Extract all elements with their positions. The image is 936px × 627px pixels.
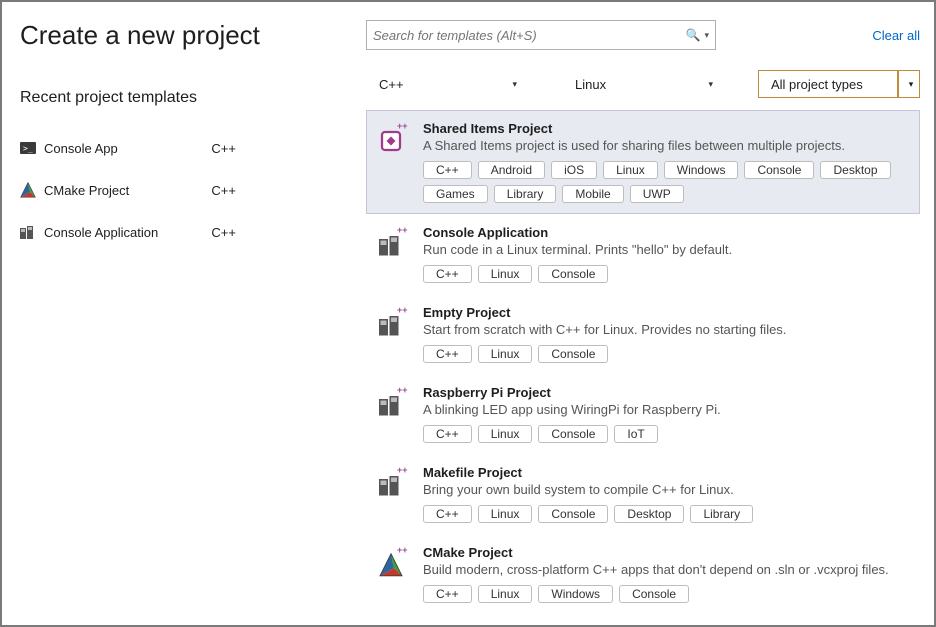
template-description: A blinking LED app using WiringPi for Ra… bbox=[423, 402, 907, 417]
template-description: Build modern, cross-platform C++ apps th… bbox=[423, 562, 907, 577]
template-tags: C++ Android iOS Linux Windows Console Desktop G… bbox=[423, 161, 907, 203]
template-title: CMake Project bbox=[423, 545, 907, 560]
template-tags: C++ Linux Console IoT bbox=[423, 425, 907, 443]
template-tag: Console bbox=[744, 161, 814, 179]
template-tag: Mobile bbox=[562, 185, 623, 203]
recent-item-lang: C++ bbox=[211, 183, 236, 198]
template-tags: C++ Linux Console bbox=[423, 345, 907, 363]
template-tag: Desktop bbox=[820, 161, 890, 179]
template-tag: Windows bbox=[538, 585, 613, 603]
template-icon bbox=[379, 225, 411, 257]
template-tags: C++ Linux Console Desktop Library bbox=[423, 505, 907, 523]
search-dropdown-caret-icon[interactable]: ▾ bbox=[704, 30, 709, 41]
filter-project-type-label: All project types bbox=[771, 77, 863, 92]
filter-language-dropdown[interactable]: C++ ▾ bbox=[366, 70, 526, 98]
template-tag: C++ bbox=[423, 425, 472, 443]
template-icon bbox=[20, 224, 36, 240]
template-item[interactable]: CMake Project Build modern, cross-platfor… bbox=[366, 534, 920, 614]
template-item[interactable]: Empty Project Start from scratch with C++… bbox=[366, 294, 920, 374]
recent-item-lang: C++ bbox=[211, 141, 236, 156]
template-title: Empty Project bbox=[423, 305, 907, 320]
template-tag: IoT bbox=[614, 425, 657, 443]
template-icon bbox=[379, 305, 411, 337]
template-title: Raspberry Pi Project bbox=[423, 385, 907, 400]
filter-platform-dropdown[interactable]: Linux ▾ bbox=[562, 70, 722, 98]
template-tag: Console bbox=[538, 265, 608, 283]
template-tag: C++ bbox=[423, 585, 472, 603]
recent-item-lang: C++ bbox=[211, 225, 236, 240]
template-item[interactable]: Makefile Project Bring your own build sys… bbox=[366, 454, 920, 534]
template-description: Run code in a Linux terminal. Prints "he… bbox=[423, 242, 907, 257]
template-tag: Linux bbox=[478, 425, 533, 443]
template-icon bbox=[379, 545, 411, 577]
template-tag: Windows bbox=[664, 161, 739, 179]
template-tag: Linux bbox=[478, 265, 533, 283]
template-tag: C++ bbox=[423, 345, 472, 363]
template-item[interactable]: Shared Items Project A Shared Items proje… bbox=[366, 110, 920, 214]
recent-template-item[interactable]: CMake Project C++ bbox=[20, 169, 346, 211]
template-tag: C++ bbox=[423, 161, 472, 179]
chevron-down-icon: ▾ bbox=[512, 79, 517, 90]
template-tags: C++ Linux Windows Console bbox=[423, 585, 907, 603]
template-icon bbox=[379, 385, 411, 417]
recent-item-label: Console App bbox=[44, 141, 118, 156]
page-title: Create a new project bbox=[20, 20, 346, 51]
template-tag: Console bbox=[538, 345, 608, 363]
chevron-down-icon: ▾ bbox=[708, 79, 713, 90]
template-tag: Linux bbox=[478, 505, 533, 523]
template-tag: Console bbox=[538, 425, 608, 443]
template-description: Start from scratch with C++ for Linux. P… bbox=[423, 322, 907, 337]
template-tag: UWP bbox=[630, 185, 684, 203]
template-item[interactable]: Raspberry Pi Project A blinking LED app u… bbox=[366, 374, 920, 454]
template-tag: Linux bbox=[603, 161, 658, 179]
chevron-down-icon: ▾ bbox=[909, 79, 914, 90]
search-icon[interactable]: 🔍 bbox=[686, 28, 701, 42]
template-tag: iOS bbox=[551, 161, 597, 179]
filter-language-label: C++ bbox=[379, 77, 404, 92]
search-input-container[interactable]: 🔍 ▾ bbox=[366, 20, 716, 50]
template-tag: Desktop bbox=[614, 505, 684, 523]
template-description: A Shared Items project is used for shari… bbox=[423, 138, 907, 153]
template-tag: Library bbox=[494, 185, 557, 203]
template-item[interactable]: Console Application Run code in a Linux t… bbox=[366, 214, 920, 294]
recent-item-label: Console Application bbox=[44, 225, 158, 240]
filter-project-type-caret[interactable]: ▾ bbox=[898, 70, 920, 98]
recent-template-item[interactable]: Console App C++ bbox=[20, 127, 346, 169]
template-icon bbox=[379, 465, 411, 497]
search-input[interactable] bbox=[373, 28, 684, 43]
recent-templates-heading: Recent project templates bbox=[20, 89, 346, 107]
template-tag: Linux bbox=[478, 585, 533, 603]
template-tags: C++ Linux Console bbox=[423, 265, 907, 283]
template-title: Console Application bbox=[423, 225, 907, 240]
template-tag: Android bbox=[478, 161, 545, 179]
template-description: Bring your own build system to compile C… bbox=[423, 482, 907, 497]
template-title: Makefile Project bbox=[423, 465, 907, 480]
template-tag: C++ bbox=[423, 265, 472, 283]
template-tag: Library bbox=[690, 505, 753, 523]
template-tag: Linux bbox=[478, 345, 533, 363]
filter-platform-label: Linux bbox=[575, 77, 606, 92]
clear-all-link[interactable]: Clear all bbox=[872, 28, 920, 43]
template-icon bbox=[20, 182, 36, 198]
filter-project-type-dropdown[interactable]: All project types bbox=[758, 70, 898, 98]
template-tag: C++ bbox=[423, 505, 472, 523]
template-tag: Console bbox=[619, 585, 689, 603]
template-title: Shared Items Project bbox=[423, 121, 907, 136]
template-icon bbox=[379, 121, 411, 153]
template-tag: Console bbox=[538, 505, 608, 523]
recent-template-item[interactable]: Console Application C++ bbox=[20, 211, 346, 253]
template-icon bbox=[20, 140, 36, 156]
template-tag: Games bbox=[423, 185, 488, 203]
recent-item-label: CMake Project bbox=[44, 183, 129, 198]
